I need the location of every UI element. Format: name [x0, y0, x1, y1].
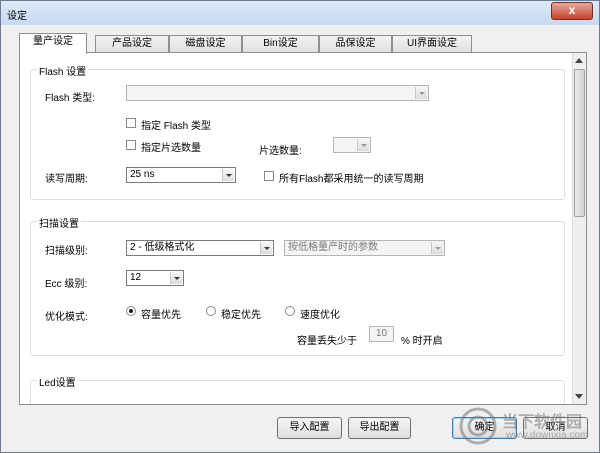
radio-speed-optimize[interactable] — [285, 306, 295, 316]
scan-settings-group: 扫描设置 扫描级别: 2 - 低级格式化 按低格量产时的参数 Ecc 级别: 1… — [30, 215, 565, 356]
ce-count-label: 片选数量: — [259, 146, 302, 157]
rw-cycle-label: 读写周期: — [45, 174, 88, 185]
watermark: 当下软件园 www.downxia.com — [458, 404, 593, 448]
scan-group-title: 扫描设置 — [37, 215, 81, 230]
ce-count-select[interactable] — [333, 137, 371, 153]
settings-panel: Flash 设置 Flash 类型: 指定 Flash 类型 指定片选数量 片选… — [19, 52, 587, 405]
specify-ce-count-checkbox[interactable] — [126, 140, 136, 150]
tab-quality[interactable]: 品保设定 — [319, 35, 392, 53]
capacity-loss-suffix: % 时开启 — [401, 336, 443, 347]
vertical-scrollbar[interactable] — [572, 53, 586, 404]
radio-capacity-first[interactable] — [126, 306, 136, 316]
close-icon: x — [568, 3, 576, 17]
scroll-thumb[interactable] — [574, 69, 585, 217]
rw-cycle-value: 25 ns — [130, 169, 155, 180]
watermark-url: www.downxia.com — [506, 430, 589, 441]
capacity-loss-input[interactable]: 10 — [369, 326, 394, 342]
flash-group-title: Flash 设置 — [37, 63, 89, 78]
chevron-down-icon — [260, 242, 272, 254]
tab-product[interactable]: 产品设定 — [95, 35, 169, 53]
specify-flash-type-label: 指定 Flash 类型 — [141, 121, 212, 132]
led-settings-group: Led设置 — [30, 374, 565, 404]
flash-type-select[interactable] — [126, 85, 429, 101]
uniform-cycle-checkbox[interactable] — [264, 171, 274, 181]
close-button[interactable]: x — [551, 2, 593, 20]
ecc-level-label: Ecc 级别: — [45, 279, 88, 290]
export-config-button[interactable]: 导出配置 — [348, 417, 411, 439]
flash-settings-group: Flash 设置 Flash 类型: 指定 Flash 类型 指定片选数量 片选… — [30, 63, 565, 200]
window-title: 设定 — [7, 11, 27, 22]
scan-param-value: 按低格量产时的参数 — [288, 242, 378, 253]
scan-level-value: 2 - 低级格式化 — [130, 242, 195, 253]
ecc-level-select[interactable]: 12 — [126, 270, 184, 286]
title-bar[interactable]: 设定 x — [1, 1, 599, 25]
chevron-down-icon — [170, 272, 182, 284]
capacity-first-label: 容量优先 — [141, 310, 181, 321]
flash-type-label: Flash 类型: — [45, 93, 96, 104]
tab-bin[interactable]: Bin设定 — [242, 35, 319, 53]
rw-cycle-select[interactable]: 25 ns — [126, 167, 236, 183]
stable-first-label: 稳定优先 — [221, 310, 261, 321]
chevron-down-icon — [431, 242, 443, 254]
watermark-logo-icon — [459, 407, 497, 445]
tab-disk[interactable]: 磁盘设定 — [169, 35, 242, 53]
scan-param-select[interactable]: 按低格量产时的参数 — [284, 240, 445, 256]
chevron-down-icon — [357, 139, 369, 151]
scan-level-select[interactable]: 2 - 低级格式化 — [126, 240, 274, 256]
scan-level-label: 扫描级别: — [45, 246, 88, 257]
import-config-button[interactable]: 导入配置 — [277, 417, 342, 439]
uniform-cycle-label: 所有Flash都采用统一的读写周期 — [279, 174, 424, 185]
chevron-down-icon — [415, 87, 427, 99]
ecc-level-value: 12 — [130, 272, 142, 283]
specify-flash-type-checkbox[interactable] — [126, 118, 136, 128]
settings-window: 设定 x 量产设定 产品设定 磁盘设定 Bin设定 品保设定 UI界面设定 Fl… — [0, 0, 600, 453]
specify-ce-count-label: 指定片选数量 — [141, 143, 201, 154]
capacity-loss-label: 容量丢失少于 — [297, 336, 357, 347]
tab-mass-production[interactable]: 量产设定 — [19, 33, 87, 54]
speed-optimize-label: 速度优化 — [300, 310, 340, 321]
radio-stable-first[interactable] — [206, 306, 216, 316]
scroll-down-icon[interactable] — [575, 394, 583, 399]
scroll-up-icon[interactable] — [575, 58, 583, 63]
watermark-site: 当下软件园 — [502, 414, 583, 431]
led-group-title: Led设置 — [37, 374, 78, 389]
optimize-mode-label: 优化模式: — [45, 312, 88, 323]
chevron-down-icon — [222, 169, 234, 181]
tab-ui[interactable]: UI界面设定 — [392, 35, 472, 53]
